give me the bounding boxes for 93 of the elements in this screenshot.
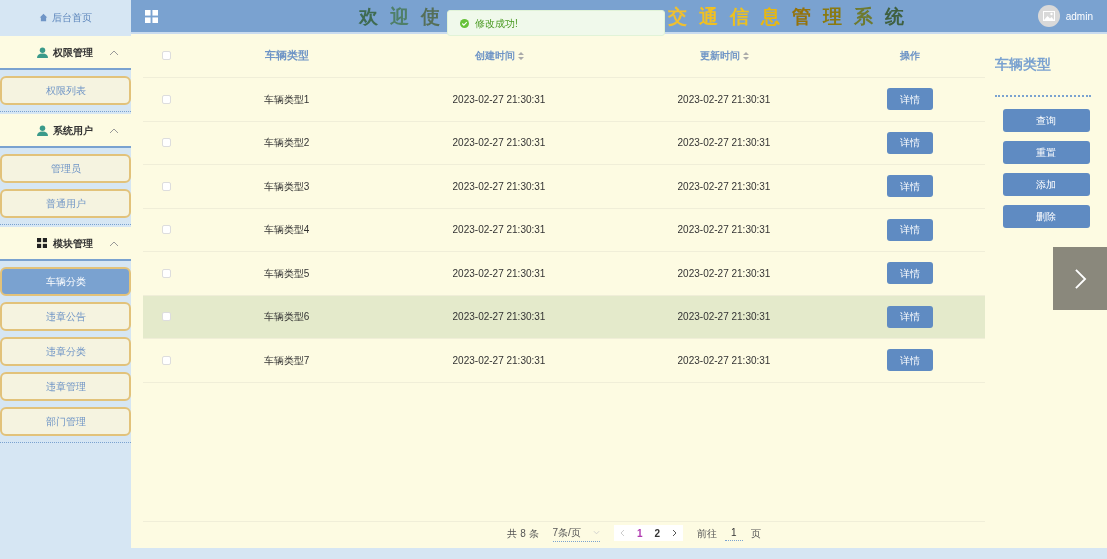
title-char: 息 xyxy=(761,6,780,26)
table-cell-text: 2023-02-27 21:30:31 xyxy=(677,353,771,368)
title-char: 迎 xyxy=(390,6,409,26)
table-cell-text: 车辆类型6 xyxy=(263,310,310,325)
menu-item[interactable]: 普通用户 xyxy=(0,189,131,218)
menu-icon xyxy=(145,9,158,23)
detail-button[interactable]: 详情 xyxy=(886,175,933,198)
table-cell-text: 2023-02-27 21:30:31 xyxy=(677,310,771,325)
goto-suffix: 页 xyxy=(750,526,761,541)
title-char: 统 xyxy=(885,6,904,26)
avatar-icon[interactable] xyxy=(1037,5,1060,27)
grid-icon xyxy=(37,237,48,249)
detail-button[interactable]: 详情 xyxy=(886,88,933,111)
title-char: 使 xyxy=(421,6,440,26)
title-char: 理 xyxy=(823,6,842,26)
detail-button[interactable]: 详情 xyxy=(886,305,933,328)
panel-title: 车辆类型 xyxy=(995,55,1051,74)
menu-item[interactable]: 车辆分类 xyxy=(0,267,131,296)
page-size-select[interactable]: 7条/页 xyxy=(552,524,600,542)
menu-item[interactable]: 管理员 xyxy=(0,154,131,183)
title-char: 通 xyxy=(699,6,718,26)
table-cell-text: 车辆类型1 xyxy=(263,92,310,107)
menu-item[interactable]: 违章公告 xyxy=(0,302,131,331)
column-header: 更新时间 xyxy=(699,49,740,63)
table-cell-text: 2023-02-27 21:30:31 xyxy=(677,136,771,151)
menu-item[interactable]: 部门管理 xyxy=(0,407,131,436)
checkbox[interactable] xyxy=(161,355,171,365)
detail-button[interactable]: 详情 xyxy=(886,262,933,285)
table-row[interactable]: 车辆类型6 2023-02-27 21:30:31 2023-02-27 21:30:31 详情 xyxy=(143,295,985,339)
menu-group-title: 系统用户 xyxy=(53,123,93,138)
detail-button[interactable]: 详情 xyxy=(886,131,933,154)
table-cell-text: 车辆类型4 xyxy=(263,223,310,238)
menu-group-header[interactable]: 系统用户 xyxy=(0,114,131,148)
action-button[interactable]: 删除 xyxy=(1002,205,1090,228)
title-char: 欢 xyxy=(359,6,378,26)
page-number[interactable]: 2 xyxy=(654,525,660,541)
title-char: 系 xyxy=(854,6,873,26)
user-name: admin xyxy=(1065,9,1093,24)
menu-item[interactable]: 违章分类 xyxy=(0,337,131,366)
table-cell-text: 2023-02-27 21:30:31 xyxy=(452,136,546,151)
next-button[interactable] xyxy=(1053,247,1107,310)
menu-group-title: 权限管理 xyxy=(53,45,93,60)
detail-button[interactable]: 详情 xyxy=(886,218,933,241)
chevron-down-icon xyxy=(592,529,600,535)
page-number[interactable]: 1 xyxy=(636,525,643,541)
menu-group-header[interactable]: 权限管理 xyxy=(0,36,131,70)
table-cell-text: 2023-02-27 21:30:31 xyxy=(452,310,546,325)
table-cell-text: 车辆类型2 xyxy=(263,136,310,151)
table-cell-text: 2023-02-27 21:30:31 xyxy=(677,266,771,281)
table-cell-text: 车辆类型3 xyxy=(263,179,310,194)
home-icon xyxy=(39,12,48,22)
user-icon xyxy=(37,46,48,58)
detail-button[interactable]: 详情 xyxy=(886,349,933,372)
checkbox[interactable] xyxy=(161,312,171,322)
title-char: 管 xyxy=(792,6,811,26)
user-icon xyxy=(37,124,48,136)
menu-group-header[interactable]: 模块管理 xyxy=(0,227,131,261)
checkbox[interactable] xyxy=(161,51,171,60)
table-cell-text: 2023-02-27 21:30:31 xyxy=(452,223,546,238)
column-header: 操作 xyxy=(899,49,920,63)
checkbox[interactable] xyxy=(161,181,171,191)
table-cell-text: 2023-02-27 21:30:31 xyxy=(677,92,771,107)
total-count: 共 8 条 xyxy=(507,526,539,541)
table-cell-text: 2023-02-27 21:30:31 xyxy=(452,266,546,281)
checkbox[interactable] xyxy=(161,225,171,235)
menu-item[interactable]: 权限列表 xyxy=(0,76,131,105)
column-header: 创建时间 xyxy=(474,49,515,63)
table-cell-text: 2023-02-27 21:30:31 xyxy=(452,92,546,107)
table-cell-text: 2023-02-27 21:30:31 xyxy=(677,179,771,194)
next-page-icon xyxy=(672,529,677,537)
page-input[interactable]: 1 xyxy=(725,525,743,541)
table-cell-text: 2023-02-27 21:30:31 xyxy=(452,179,546,194)
success-icon xyxy=(460,18,469,28)
checkbox[interactable] xyxy=(161,138,171,148)
action-button[interactable]: 添加 xyxy=(1002,173,1090,196)
checkbox[interactable] xyxy=(161,94,171,104)
title-char: 交 xyxy=(668,6,687,26)
previous-page-icon xyxy=(619,529,625,537)
goto-label: 前往 xyxy=(697,526,717,541)
menu-group-title: 模块管理 xyxy=(53,236,93,251)
checkbox[interactable] xyxy=(161,268,171,278)
action-button[interactable]: 查询 xyxy=(1002,109,1090,132)
column-header: 车辆类型 xyxy=(264,48,309,64)
chevron-right-icon xyxy=(1073,267,1087,290)
toast-message: 修改成功! xyxy=(475,16,518,31)
table-cell-text: 2023-02-27 21:30:31 xyxy=(677,223,771,238)
title-char: 信 xyxy=(730,6,749,26)
home-link[interactable]: 后台首页 xyxy=(52,9,92,25)
menu-item[interactable]: 违章管理 xyxy=(0,372,131,401)
action-button[interactable]: 重置 xyxy=(1002,141,1090,164)
table-cell-text: 车辆类型7 xyxy=(263,353,310,368)
table-cell-text: 2023-02-27 21:30:31 xyxy=(452,353,546,368)
table-cell-text: 车辆类型5 xyxy=(263,266,310,281)
